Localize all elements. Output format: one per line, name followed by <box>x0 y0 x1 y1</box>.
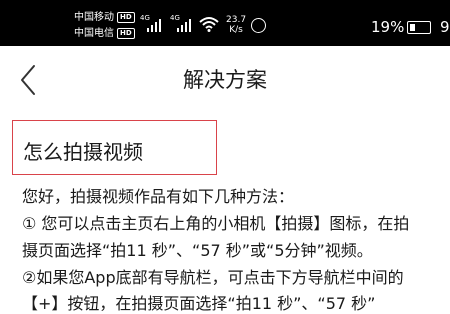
speed-value: 23.7 <box>226 15 247 25</box>
battery-percent: 19% <box>371 18 405 36</box>
carrier-1: 中国移动 HD <box>74 12 135 24</box>
carrier-2: 中国电信 HD <box>74 28 135 40</box>
carrier-1-label: 中国移动 <box>74 12 114 23</box>
carrier-2-label: 中国电信 <box>74 28 114 39</box>
answer-line: 摄页面选择“拍11 秒”、“57 秒”或“5分钟”视频。 <box>22 241 373 260</box>
answer-line: ②如果您App底部有导航栏，可点击下方导航栏中间的 <box>22 268 404 287</box>
battery-icon <box>407 21 431 34</box>
network-speed: 23.7 K/s <box>226 15 246 35</box>
page-title: 解决方案 <box>183 68 267 92</box>
clock: 9 <box>440 18 450 36</box>
hd-badge: HD <box>117 28 135 39</box>
answer-line: 【+】按钮，在拍摄页面选择“拍11 秒”、“57 秒” <box>22 294 376 313</box>
status-bar: 中国移动 HD 中国电信 HD 4G 4G 23.7 K/s 19% 9 <box>0 0 450 46</box>
answer-line: 您好，拍摄视频作品有如下几种方法： <box>22 187 295 206</box>
question-title: 怎么拍摄视频 <box>23 140 143 164</box>
wifi-icon <box>199 17 219 32</box>
speed-unit: K/s <box>229 25 243 35</box>
hd-badge: HD <box>117 12 135 23</box>
answer-line: ① 您可以点击主页右上角的小相机【拍摄】图标，在拍 <box>22 214 410 233</box>
notification-icon <box>251 18 266 33</box>
app-header: 解决方案 <box>0 46 450 110</box>
